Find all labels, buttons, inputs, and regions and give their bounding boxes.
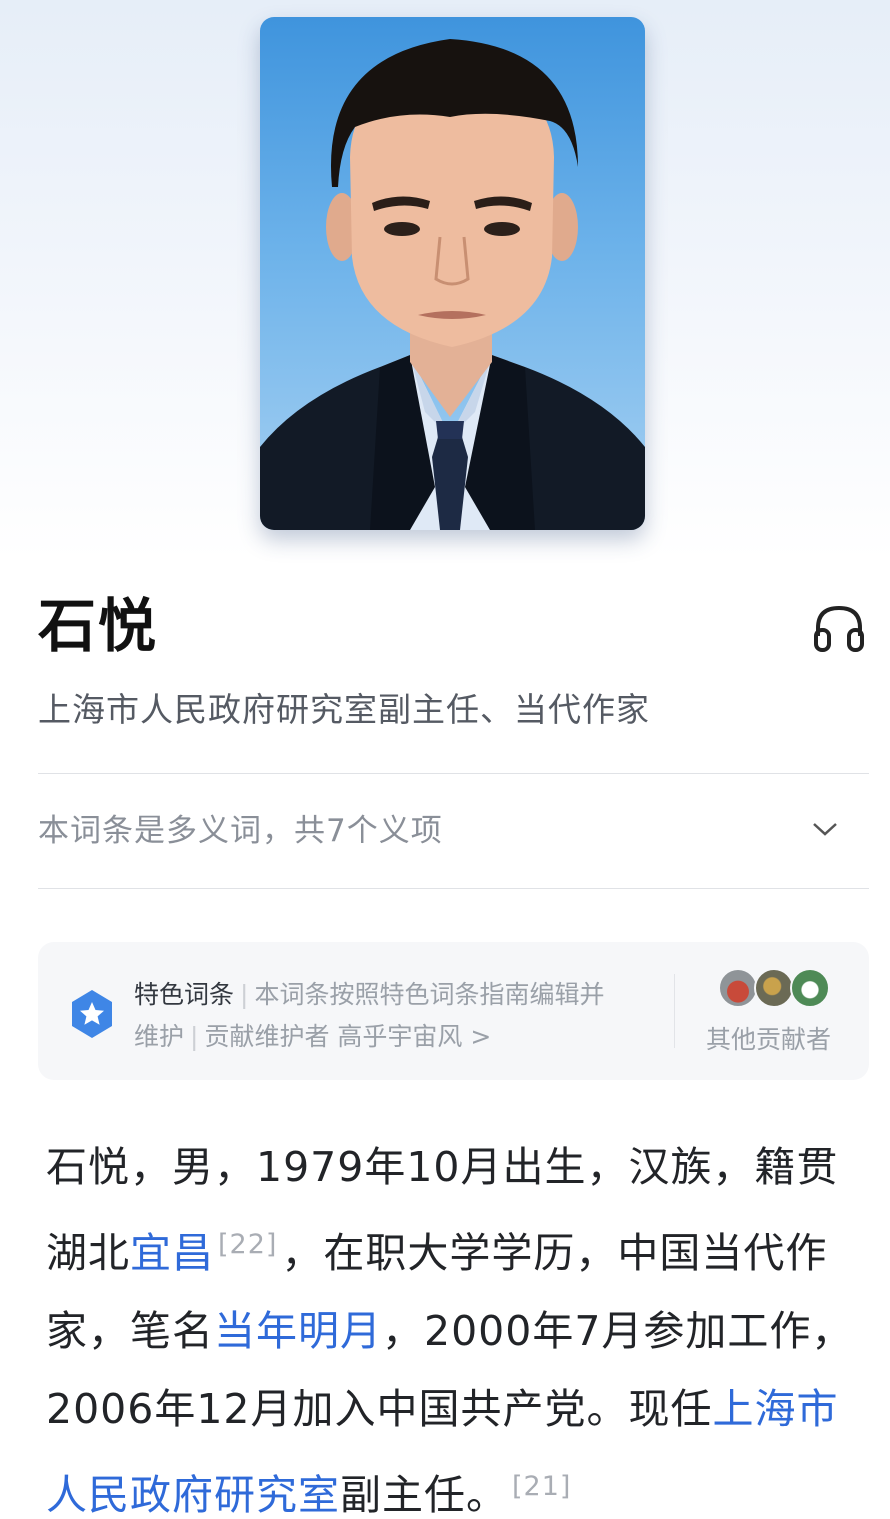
featured-entry-desc-cont: 维护 xyxy=(134,1022,185,1051)
link-yichang[interactable]: 宜昌 xyxy=(130,1229,214,1277)
polysemy-selector[interactable]: 本词条是多义词，共7个义项 xyxy=(38,803,869,859)
featured-entry-card[interactable]: 特色词条 | 本词条按照特色词条指南编辑并 维护 | 贡献维护者 高乎宇宙风 > 其他贡… xyxy=(38,942,869,1080)
contributor-prefix: 贡献维护者 xyxy=(204,1022,330,1051)
featured-entry-label: 特色词条 xyxy=(134,980,235,1009)
avatar xyxy=(754,968,794,1008)
other-contributors-link[interactable]: 其他贡献者 xyxy=(706,1020,831,1060)
reference-21[interactable]: [21] xyxy=(508,1471,575,1502)
summary-text: 副主任。 xyxy=(340,1471,508,1519)
avatar xyxy=(790,968,830,1008)
summary-paragraph: 石悦，男，1979年10月出生，汉族，籍贯湖北宜昌 [22]，在职大学学历，中国当… xyxy=(46,1128,856,1519)
vertical-divider xyxy=(674,974,675,1048)
portrait-photo[interactable] xyxy=(260,17,645,530)
polysemy-text: 本词条是多义词，共7个义项 xyxy=(38,813,443,849)
avatar xyxy=(718,968,758,1008)
chevron-right-icon: > xyxy=(470,1022,492,1051)
link-pen-name[interactable]: 当年明月 xyxy=(214,1307,382,1355)
divider xyxy=(38,773,869,774)
portrait-illustration xyxy=(260,39,645,530)
headphones-icon[interactable] xyxy=(810,600,868,656)
contributor-link[interactable]: 高乎宇宙风 xyxy=(337,1022,462,1051)
divider xyxy=(38,888,869,889)
featured-entry-desc: 本词条按照特色词条指南编辑并 xyxy=(254,980,605,1009)
chevron-down-icon xyxy=(813,823,837,836)
reference-22[interactable]: [22] xyxy=(214,1229,281,1260)
entry-subtitle: 上海市人民政府研究室副主任、当代作家 xyxy=(38,690,650,729)
entry-title: 石悦 xyxy=(38,592,159,660)
encyclopedia-entry-page: 石悦 上海市人民政府研究室副主任、当代作家 本词条是多义词，共7个义项 特色词条… xyxy=(0,0,890,1519)
featured-entry-text: 特色词条 | 本词条按照特色词条指南编辑并 维护 | 贡献维护者 高乎宇宙风 > xyxy=(134,974,664,1058)
featured-star-badge-icon xyxy=(72,990,112,1038)
contributor-avatars[interactable] xyxy=(718,968,830,1008)
separator: | xyxy=(190,1022,199,1051)
separator: | xyxy=(240,980,249,1009)
